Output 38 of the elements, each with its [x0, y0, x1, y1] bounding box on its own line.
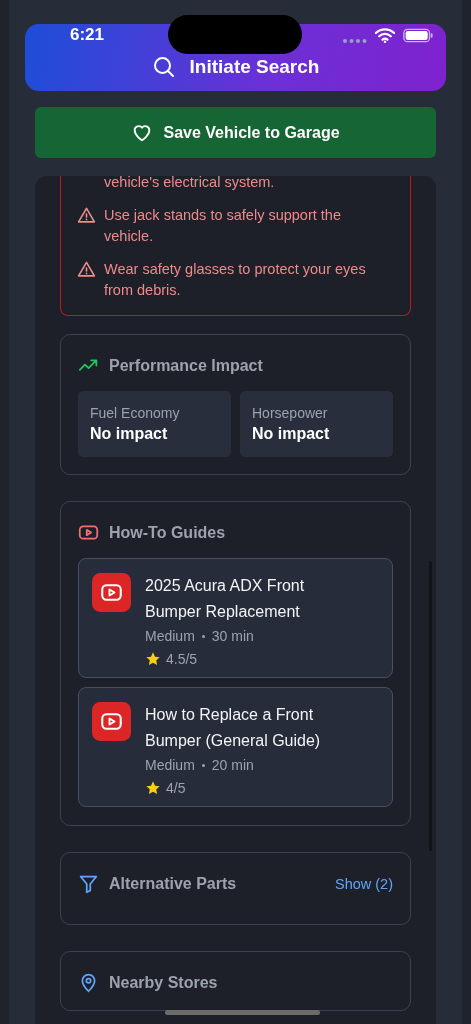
- metric-label: Fuel Economy: [90, 405, 181, 421]
- warning-text: Use jack stands to safely support the vehicle.: [104, 206, 342, 246]
- video-guide-item[interactable]: 2025 Acura ADX Front Bumper Replacement Medium 30 min 4.5/5: [78, 558, 393, 678]
- show-link[interactable]: Show (2): [334, 875, 393, 892]
- wifi-icon: [375, 28, 395, 43]
- difficulty-label: Medium: [145, 756, 195, 775]
- warning-icon: [77, 260, 96, 279]
- section-title: Performance Impact: [109, 356, 263, 375]
- section-title: How-To Guides: [109, 523, 226, 542]
- video-title: 2025 Acura ADX Front Bumper Replacement: [145, 576, 306, 622]
- signal-icon: [343, 39, 367, 43]
- warning-icon: [77, 206, 96, 225]
- save-vehicle-button[interactable]: Save Vehicle to Garage: [35, 107, 436, 158]
- video-thumbnail-icon: [92, 573, 131, 612]
- star-icon: [145, 780, 161, 796]
- warning-text: vehicle's electrical system.: [104, 176, 275, 192]
- initiate-search-button[interactable]: Initiate Search: [151, 55, 320, 79]
- warning-text: Wear safety glasses to protect your eyes from debris.: [104, 260, 367, 300]
- search-icon: [151, 55, 176, 79]
- battery-icon: [403, 28, 433, 43]
- video-title: How to Replace a Front Bumper (General Guide): [145, 705, 322, 751]
- duration-label: 20 min: [211, 756, 254, 775]
- rating-text: 4/5: [166, 780, 186, 796]
- duration-label: 30 min: [211, 627, 254, 646]
- rating-text: 4.5/5: [166, 651, 198, 667]
- separator-dot: [201, 634, 205, 638]
- filter-icon: [78, 873, 99, 894]
- video-thumbnail-icon: [92, 702, 131, 741]
- section-title: Alternative Parts: [109, 874, 237, 893]
- section-title: Nearby Stores: [109, 973, 218, 992]
- difficulty-label: Medium: [145, 627, 195, 646]
- video-guide-item[interactable]: How to Replace a Front Bumper (General Guide) Medium 20 min 4/5: [78, 687, 393, 807]
- separator-dot: [201, 763, 205, 767]
- star-icon: [145, 651, 161, 667]
- metric-label: Horsepower: [252, 405, 329, 421]
- status-time: 6:21: [70, 25, 105, 45]
- metric-value: No impact: [90, 425, 169, 443]
- metric-value: No impact: [252, 425, 331, 443]
